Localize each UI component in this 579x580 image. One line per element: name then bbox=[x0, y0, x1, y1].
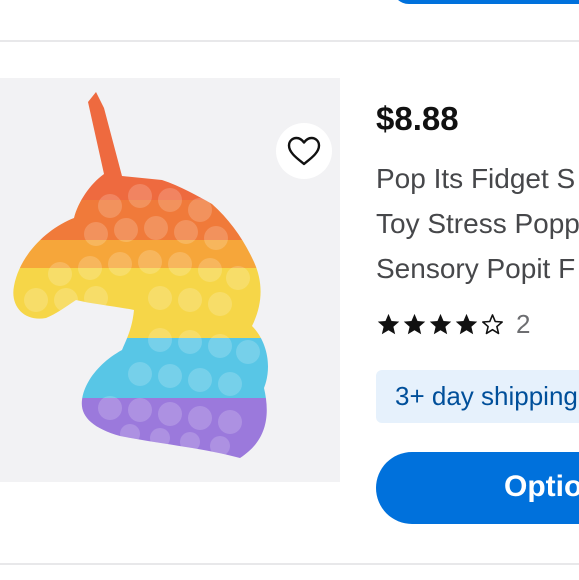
previous-options-button[interactable] bbox=[392, 0, 579, 4]
star-filled-icon bbox=[403, 313, 426, 334]
star-filled-icon bbox=[455, 313, 478, 334]
product-title-line: Pop Its Fidget S bbox=[376, 163, 576, 194]
shipping-label: 3+ day shipping bbox=[395, 381, 578, 411]
product-title-line: Toy Stress Popp bbox=[376, 208, 579, 239]
product-image[interactable] bbox=[0, 78, 340, 482]
options-button-label: Optio bbox=[504, 470, 579, 503]
favorite-button[interactable] bbox=[276, 123, 332, 179]
divider bbox=[0, 563, 579, 565]
product-title-line: Sensory Popit F bbox=[376, 253, 576, 284]
star-filled-icon bbox=[429, 313, 452, 334]
product-rating: 2 bbox=[376, 307, 530, 341]
star-outline-icon bbox=[482, 313, 503, 334]
review-count[interactable]: 2 bbox=[516, 309, 530, 340]
rating-stars bbox=[376, 312, 506, 337]
product-card[interactable]: $8.88 Pop Its Fidget S Toy Stress Popp S… bbox=[0, 42, 579, 563]
star-filled-icon bbox=[377, 313, 400, 334]
search-results-page: $8.88 Pop Its Fidget S Toy Stress Popp S… bbox=[0, 0, 579, 580]
product-title[interactable]: Pop Its Fidget S Toy Stress Popp Sensory… bbox=[376, 156, 579, 291]
product-price: $8.88 bbox=[376, 100, 459, 137]
shipping-badge: 3+ day shipping bbox=[376, 370, 579, 423]
previous-card-bottom bbox=[0, 0, 579, 40]
heart-outline-icon bbox=[287, 136, 321, 166]
options-button[interactable]: Optio bbox=[376, 452, 579, 524]
